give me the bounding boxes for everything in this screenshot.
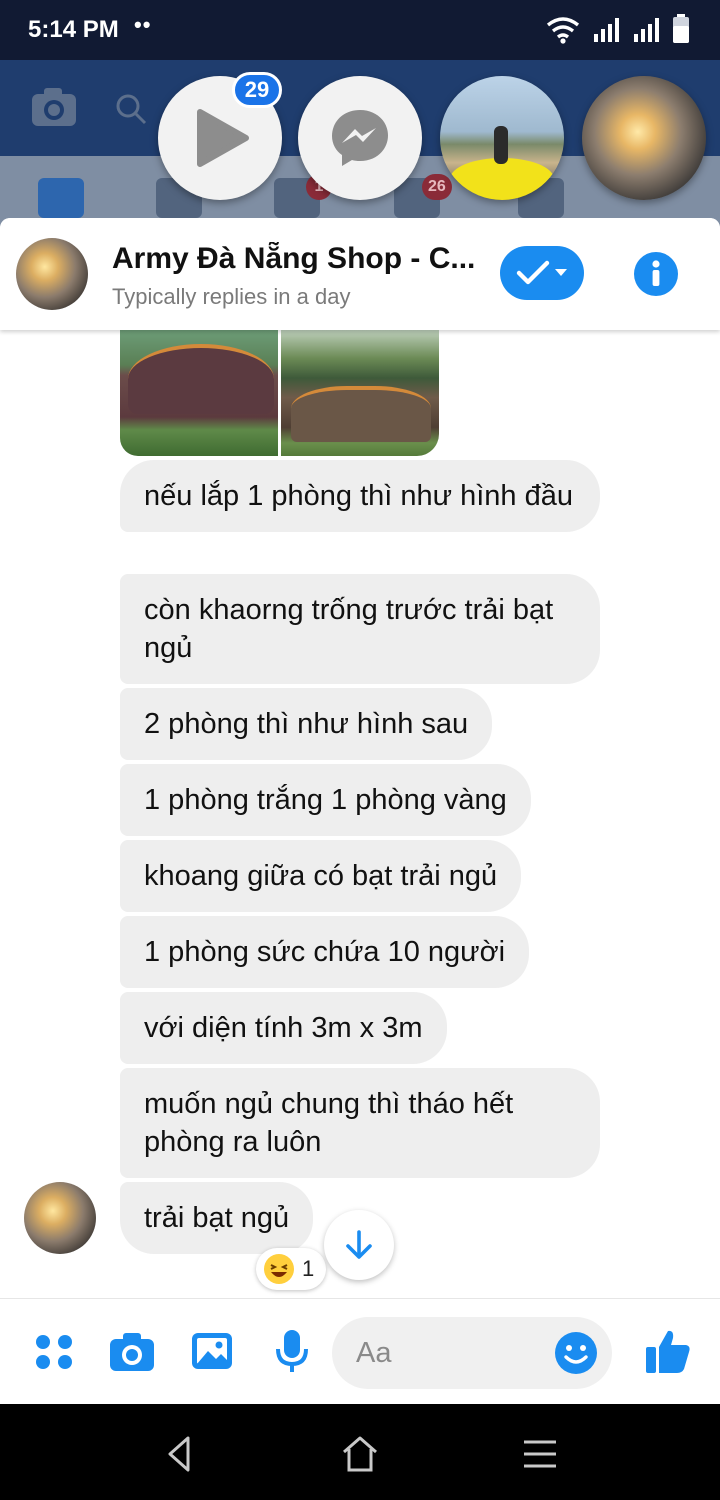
- apps-grid-icon: [36, 1335, 72, 1369]
- message-input-placeholder: Aa: [356, 1337, 392, 1369]
- avatar[interactable]: [16, 238, 88, 310]
- info-icon: [652, 260, 660, 286]
- status-dots: ••: [134, 12, 152, 37]
- battery-icon: [673, 14, 689, 43]
- image-icon: [192, 1333, 232, 1369]
- conversation-title[interactable]: Army Đà Nẵng Shop - C...: [112, 242, 484, 276]
- like-button[interactable]: [644, 1327, 692, 1375]
- info-button[interactable]: [634, 252, 678, 296]
- emoji-icon[interactable]: [554, 1331, 598, 1375]
- tent-photo-1[interactable]: [120, 326, 278, 456]
- chevron-down-icon: [555, 269, 567, 276]
- messenger-icon: [332, 110, 388, 166]
- camera-button[interactable]: [108, 1327, 156, 1375]
- system-nav-bar: [0, 1404, 720, 1500]
- sender-avatar[interactable]: [24, 1182, 96, 1254]
- camera-icon: [110, 1333, 154, 1371]
- message-bubble[interactable]: muốn ngủ chung thì tháo hết phòng ra luô…: [120, 1068, 600, 1178]
- message-bubble[interactable]: 1 phòng sức chứa 10 người: [120, 916, 530, 988]
- chat-header: Army Đà Nẵng Shop - C... Typically repli…: [0, 218, 720, 330]
- camera-icon[interactable]: [30, 86, 78, 128]
- notifications-badge: 26: [422, 174, 452, 200]
- video-count-badge: 29: [232, 72, 282, 108]
- laughing-emoji-icon: [264, 1254, 294, 1284]
- play-icon: [197, 109, 249, 167]
- photo-person: [494, 126, 508, 164]
- status-bar: 5:14 PM ••: [0, 0, 720, 60]
- menu-lines-icon: [524, 1440, 556, 1468]
- signal-icon-2: [634, 18, 659, 42]
- tent-shape: [128, 344, 274, 414]
- message-bubble[interactable]: với diện tính 3m x 3m: [120, 992, 447, 1064]
- system-icons: [546, 14, 690, 44]
- microphone-icon: [276, 1330, 308, 1372]
- recents-button[interactable]: [518, 1432, 562, 1476]
- photo-overlay: [450, 158, 554, 200]
- more-actions-button[interactable]: [30, 1327, 78, 1375]
- composer-bar: Aa: [0, 1298, 720, 1404]
- home-icon: [343, 1436, 377, 1472]
- scroll-to-bottom-button[interactable]: [324, 1210, 394, 1280]
- tab-news-feed[interactable]: [38, 178, 84, 218]
- message-bubble[interactable]: còn khaorng trống trước trải bạt ngủ: [120, 574, 600, 684]
- home-button[interactable]: [338, 1432, 382, 1476]
- chat-head-contact-photo[interactable]: [440, 76, 564, 200]
- back-triangle-icon: [168, 1436, 190, 1472]
- message-bubble[interactable]: nếu lắp 1 phòng thì như hình đầu: [120, 460, 600, 532]
- search-icon[interactable]: [114, 92, 148, 126]
- back-button[interactable]: [158, 1432, 202, 1476]
- reply-status: Typically replies in a day: [112, 284, 351, 309]
- message-input[interactable]: Aa: [332, 1317, 612, 1389]
- voice-button[interactable]: [268, 1327, 316, 1375]
- message-bubble[interactable]: trải bạt ngủ: [120, 1182, 314, 1254]
- chat-panel: Army Đà Nẵng Shop - C... Typically repli…: [0, 218, 720, 1404]
- message-bubble[interactable]: khoang giữa có bạt trải ngủ: [120, 840, 522, 912]
- chat-head-messenger[interactable]: [298, 76, 422, 200]
- check-icon: [516, 260, 550, 285]
- reaction-pill[interactable]: 1: [256, 1248, 327, 1290]
- message-bubble[interactable]: 2 phòng thì như hình sau: [120, 688, 493, 760]
- gallery-button[interactable]: [188, 1327, 236, 1375]
- reaction-count: 1: [302, 1256, 315, 1281]
- status-time: 5:14 PM: [28, 16, 119, 43]
- arrow-down-icon: [346, 1230, 372, 1259]
- chat-head-army-shop[interactable]: [582, 76, 706, 200]
- wifi-icon: [546, 17, 580, 44]
- thumbs-up-icon: [646, 1330, 690, 1373]
- signal-icon: [594, 18, 619, 42]
- verified-dropdown-button[interactable]: [500, 246, 584, 300]
- tent-shape-2: [291, 386, 431, 442]
- message-bubble[interactable]: 1 phòng trắng 1 phòng vàng: [120, 764, 531, 836]
- tent-photo-2[interactable]: [281, 326, 439, 456]
